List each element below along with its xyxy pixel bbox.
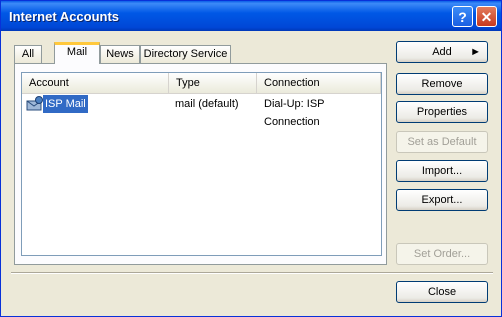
export-button[interactable]: Export...	[396, 189, 488, 211]
account-type: mail (default)	[175, 98, 239, 110]
tab-directory-service[interactable]: Directory Service	[140, 45, 231, 63]
help-button[interactable]: ?	[452, 6, 473, 27]
internet-accounts-dialog: Internet Accounts ? ✕ All Mail News Dire…	[0, 0, 502, 317]
properties-button[interactable]: Properties	[396, 101, 488, 123]
column-header-type[interactable]: Type	[169, 73, 257, 93]
column-header-account[interactable]: Account	[22, 73, 169, 93]
submenu-arrow-icon: ►	[470, 46, 481, 58]
account-name: ISP Mail	[43, 95, 88, 113]
divider	[11, 272, 493, 274]
account-connection: Dial-Up: ISP Connection	[264, 98, 325, 128]
import-button[interactable]: Import...	[396, 160, 488, 182]
tab-news[interactable]: News	[100, 45, 140, 63]
remove-button[interactable]: Remove	[396, 73, 488, 95]
tab-all[interactable]: All	[14, 45, 42, 63]
close-window-button[interactable]: ✕	[476, 6, 497, 27]
list-item[interactable]: ISP Mail mail (default) Dial-Up: ISP Con…	[22, 95, 381, 128]
set-as-default-button[interactable]: Set as Default	[396, 131, 488, 153]
list-header: Account Type Connection	[22, 73, 381, 94]
add-button[interactable]: Add ►	[396, 41, 488, 63]
tab-mail[interactable]: Mail	[54, 42, 100, 64]
window-title: Internet Accounts	[9, 9, 120, 24]
title-bar[interactable]: Internet Accounts ? ✕	[1, 1, 501, 31]
set-order-button[interactable]: Set Order...	[396, 243, 488, 265]
mail-account-icon	[26, 96, 44, 118]
accounts-list[interactable]: Account Type Connection ISP Mail mail (d…	[21, 72, 382, 256]
column-header-connection[interactable]: Connection	[257, 73, 381, 93]
add-label: Add	[432, 46, 452, 58]
close-button[interactable]: Close	[396, 281, 488, 303]
mail-tab-panel: Account Type Connection ISP Mail mail (d…	[14, 63, 387, 265]
